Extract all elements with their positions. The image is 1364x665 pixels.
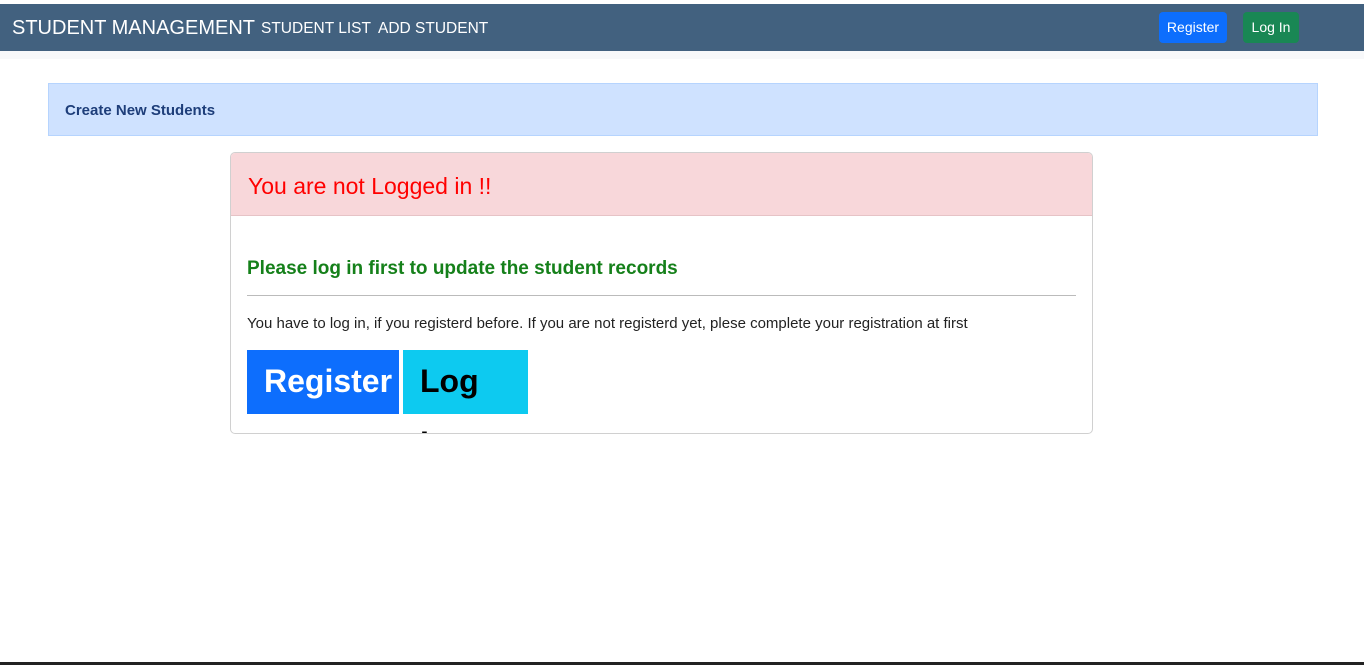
nav-register-button[interactable]: Register <box>1159 12 1227 43</box>
page-banner: Create New Students <box>48 83 1318 136</box>
card-subtitle: Please log in first to update the studen… <box>247 258 678 279</box>
navbar: STUDENT MANAGEMENT STUDENT LIST ADD STUD… <box>0 4 1364 51</box>
card-header: You are not Logged in !! <box>231 153 1092 216</box>
banner-title: Create New Students <box>65 102 216 119</box>
login-required-card: You are not Logged in !! Please log in f… <box>230 152 1093 434</box>
card-text: You have to log in, if you registerd bef… <box>247 315 968 332</box>
nav-add-student[interactable]: ADD STUDENT <box>378 20 488 38</box>
brand[interactable]: STUDENT MANAGEMENT <box>12 17 255 40</box>
navbar-shadow <box>0 51 1364 59</box>
divider <box>247 295 1076 296</box>
register-button[interactable]: Register <box>247 350 399 414</box>
nav-login-button[interactable]: Log In <box>1243 12 1299 43</box>
login-button[interactable]: Log In <box>403 350 528 433</box>
nav-student-list[interactable]: STUDENT LIST <box>261 20 371 38</box>
